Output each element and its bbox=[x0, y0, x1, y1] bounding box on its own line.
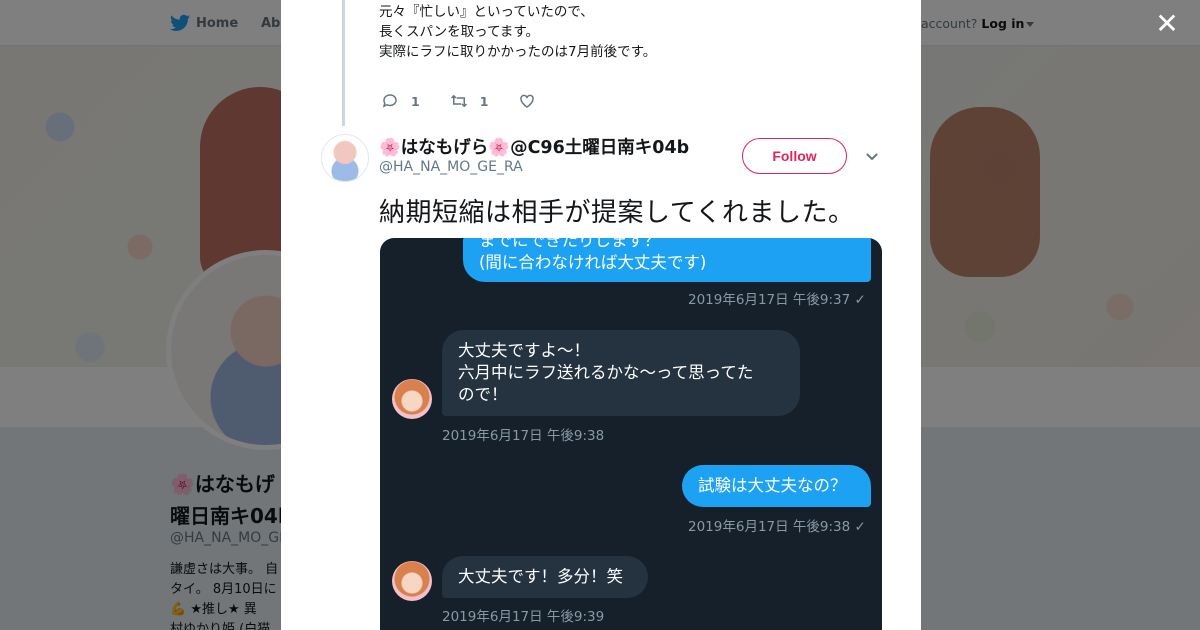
chat-timestamp: 2019年6月17日 午後9:38 ✓ bbox=[688, 519, 866, 535]
like-button[interactable] bbox=[518, 92, 536, 110]
prev-tweet-line: 長くスパンを取ってます。 bbox=[379, 24, 539, 40]
reply-button[interactable]: 1 bbox=[381, 92, 420, 110]
chat-bubble-incoming: 大丈夫です！多分！笑 bbox=[442, 556, 648, 598]
chat-bubble-outgoing: までにできたりします？ (間に合わなければ大丈夫です) bbox=[463, 238, 871, 282]
previous-tweet-text: 元々『忙しい』といっていたので、 長くスパンを取ってます。 実際にラフに取りかか… bbox=[379, 2, 656, 62]
chat-bubble-incoming: 大丈夫ですよ〜！ 六月中にラフ送れるかな〜って思ってた ので！ bbox=[442, 330, 800, 416]
retweet-icon bbox=[450, 94, 467, 108]
retweet-button[interactable]: 1 bbox=[450, 92, 489, 110]
thread-connector bbox=[342, 0, 345, 126]
retweet-count: 1 bbox=[479, 93, 489, 109]
tweet-author-handle[interactable]: @HA_NA_MO_GE_RA bbox=[379, 159, 523, 175]
prev-tweet-line: 元々『忙しい』といっていたので、 bbox=[379, 4, 594, 20]
tweet-author-name[interactable]: 🌸はなもげら🌸@C96土曜日南キ04b bbox=[379, 134, 689, 159]
chat-partner-avatar bbox=[392, 561, 432, 601]
tweet-media-image[interactable]: までにできたりします？ (間に合わなければ大丈夫です) 2019年6月17日 午… bbox=[380, 238, 882, 630]
chat-timestamp: 2019年6月17日 午後9:39 bbox=[442, 609, 605, 625]
tweet-actions: 1 1 bbox=[381, 92, 566, 110]
heart-icon bbox=[520, 94, 535, 108]
chat-partner-avatar bbox=[392, 379, 432, 419]
prev-tweet-line: 実際にラフに取りかかったのは7月前後です。 bbox=[379, 44, 657, 60]
tweet-author-avatar[interactable] bbox=[321, 134, 369, 182]
chevron-down-icon[interactable] bbox=[865, 150, 879, 164]
tweet-text: 納期短縮は相手が提案してくれました。 bbox=[379, 198, 855, 228]
chat-timestamp: 2019年6月17日 午後9:38 bbox=[442, 428, 605, 444]
chat-timestamp: 2019年6月17日 午後9:37 ✓ bbox=[688, 292, 866, 308]
tweet-modal: 元々『忙しい』といっていたので、 長くスパンを取ってます。 実際にラフに取りかか… bbox=[281, 0, 921, 630]
close-icon[interactable]: ✕ bbox=[1154, 10, 1180, 38]
reply-count: 1 bbox=[411, 93, 420, 109]
reply-icon bbox=[382, 94, 397, 108]
follow-button[interactable]: Follow bbox=[742, 138, 847, 174]
chat-bubble-outgoing: 試験は大丈夫なの？ bbox=[682, 465, 871, 507]
